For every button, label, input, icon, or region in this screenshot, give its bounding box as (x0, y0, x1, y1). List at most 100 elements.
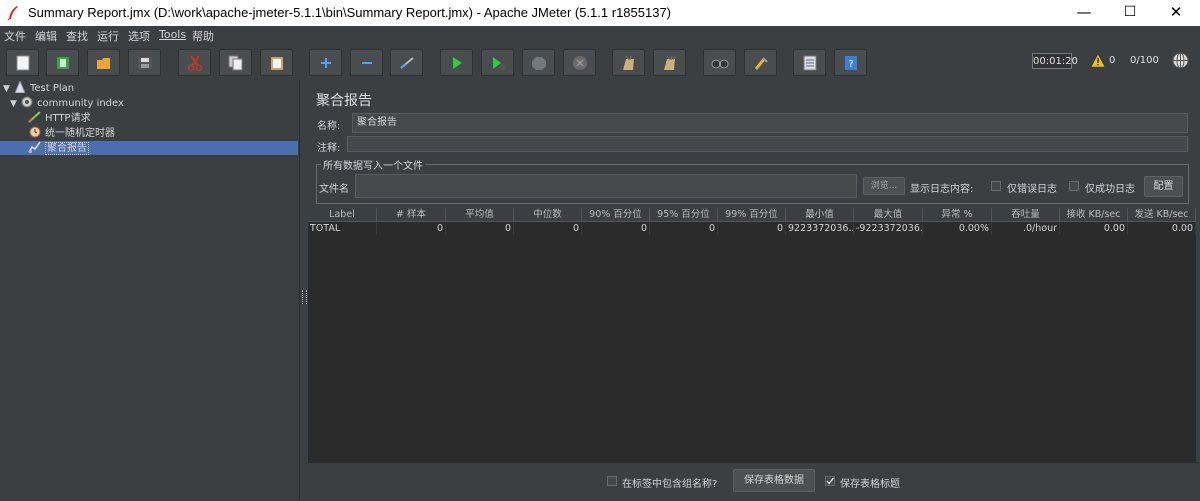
menu-search[interactable]: 查找 (66, 28, 88, 44)
window-title: Summary Report.jmx (D:\work\apache-jmete… (28, 5, 672, 20)
tree-node-uniform-timer[interactable]: 统一随机定时器 (28, 126, 115, 140)
reset-search-icon (754, 57, 768, 70)
thread-group-icon (21, 96, 33, 108)
toolbar: ? 00:01:20 0 0/100 (0, 44, 1200, 81)
menu-run[interactable]: 运行 (97, 28, 119, 44)
tree-node-test-plan[interactable]: ▼ Test Plan (3, 81, 74, 95)
cell-99-percentile: 0 (718, 222, 786, 235)
remote-globe-icon[interactable] (1172, 52, 1189, 69)
menu-edit[interactable]: 编辑 (35, 28, 57, 44)
cell-max: -9223372036... (856, 222, 923, 235)
col-median[interactable]: 中位数 (514, 208, 582, 222)
expand-toggle[interactable]: ▼ (10, 97, 20, 111)
start-button[interactable] (440, 49, 473, 76)
success-only-checkbox[interactable] (1069, 181, 1079, 191)
col-throughput[interactable]: 吞吐量 (992, 208, 1060, 222)
tree-node-http-sampler[interactable]: HTTP请求 (28, 111, 91, 125)
errors-only-checkbox[interactable] (991, 181, 1001, 191)
comment-field[interactable] (347, 136, 1188, 152)
cell-sent-kb: 0.00 (1128, 222, 1196, 235)
clear-button[interactable] (612, 49, 645, 76)
menu-file[interactable]: 文件 (4, 28, 26, 44)
open-button[interactable] (87, 49, 120, 76)
col-error-percent[interactable]: 异常 % (923, 208, 992, 222)
copy-icon (228, 55, 243, 71)
expand-toggle[interactable]: ▼ (3, 82, 13, 96)
search-icon (711, 59, 729, 69)
col-90-percentile[interactable]: 90% 百分位 (582, 208, 650, 222)
cell-min: 9223372036... (788, 222, 854, 235)
expand-icon (321, 58, 331, 68)
save-header-label: 保存表格标题 (840, 479, 900, 490)
include-group-label: 在标签中包含组名称? (622, 479, 718, 490)
name-label: 名称: (317, 121, 341, 132)
shutdown-button[interactable] (563, 49, 596, 76)
close-button[interactable]: ✕ (1153, 0, 1199, 26)
expand-all-button[interactable] (309, 49, 342, 76)
panel-splitter[interactable] (300, 80, 307, 500)
cell-median: 0 (514, 222, 582, 235)
new-icon (16, 55, 30, 71)
test-plan-tree: ▼ Test Plan ▼ community index HTTP请求 统一随机定… (0, 80, 300, 500)
checkmark-icon (826, 477, 835, 485)
templates-icon (57, 57, 69, 69)
col-min[interactable]: 最小值 (786, 208, 854, 222)
function-helper-button[interactable] (793, 49, 826, 76)
clear-all-button[interactable] (653, 49, 686, 76)
cut-button[interactable] (178, 49, 211, 76)
name-field[interactable]: 聚合报告 (352, 113, 1188, 133)
templates-button[interactable] (46, 49, 79, 76)
copy-button[interactable] (219, 49, 252, 76)
toggle-button[interactable] (390, 49, 423, 76)
cell-throughput: .0/hour (992, 222, 1060, 235)
configure-button[interactable]: 配置 (1144, 176, 1183, 197)
collapse-all-button[interactable] (350, 49, 383, 76)
col-max[interactable]: 最大值 (854, 208, 923, 222)
col-samples[interactable]: # 样本 (377, 208, 446, 222)
start-icon (453, 57, 462, 69)
start-no-pause-button[interactable] (481, 49, 514, 76)
filename-field[interactable] (355, 174, 857, 198)
help-button[interactable]: ? (834, 49, 867, 76)
stop-button[interactable] (522, 49, 555, 76)
save-table-data-button[interactable]: 保存表格数据 (733, 469, 815, 492)
cell-average: 0 (446, 222, 514, 235)
include-group-checkbox[interactable] (607, 476, 617, 486)
file-groupbox-title: 所有数据写入一个文件 (321, 157, 425, 172)
col-sent-kb[interactable]: 发送 KB/sec (1128, 208, 1196, 222)
clear-icon (623, 55, 634, 70)
maximize-button[interactable]: ☐ (1107, 0, 1153, 26)
menu-options[interactable]: 选项 (128, 28, 150, 44)
col-average[interactable]: 平均值 (446, 208, 514, 222)
paste-button[interactable] (260, 49, 293, 76)
search-button[interactable] (703, 49, 736, 76)
table-row[interactable]: TOTAL 0 0 0 0 0 0 9223372036... -9223372… (308, 222, 1196, 235)
save-button[interactable] (128, 49, 161, 76)
cell-90-percentile: 0 (582, 222, 650, 235)
cell-error-percent: 0.00% (923, 222, 992, 235)
success-only-label: 仅成功日志 (1085, 184, 1135, 195)
reset-search-button[interactable] (744, 49, 777, 76)
col-received-kb[interactable]: 接收 KB/sec (1060, 208, 1128, 222)
minimize-button[interactable]: — (1061, 0, 1107, 26)
new-button[interactable] (6, 49, 39, 76)
menu-tools[interactable]: Tools (159, 28, 186, 41)
col-95-percentile[interactable]: 95% 百分位 (650, 208, 718, 222)
jmeter-feather-icon (7, 6, 18, 21)
col-label[interactable]: Label (308, 208, 377, 222)
save-icon (138, 57, 152, 69)
save-header-checkbox[interactable] (825, 476, 835, 486)
save-options-bar: 在标签中包含组名称? 保存表格数据 保存表格标题 (308, 462, 1199, 501)
browse-button[interactable]: 浏览... (863, 177, 905, 195)
timer-icon (29, 126, 41, 138)
warning-icon[interactable] (1090, 53, 1106, 68)
page-title: 聚合报告 (316, 93, 372, 109)
cell-label: TOTAL (308, 222, 377, 235)
comment-label: 注释: (317, 143, 341, 154)
cell-95-percentile: 0 (650, 222, 718, 235)
menu-help[interactable]: 帮助 (192, 28, 214, 44)
col-99-percentile[interactable]: 99% 百分位 (718, 208, 786, 222)
tree-node-thread-group[interactable]: ▼ community index (10, 96, 124, 110)
tree-node-aggregate-report[interactable]: 聚合报告 (0, 141, 298, 155)
warning-count: 0 (1109, 55, 1116, 66)
